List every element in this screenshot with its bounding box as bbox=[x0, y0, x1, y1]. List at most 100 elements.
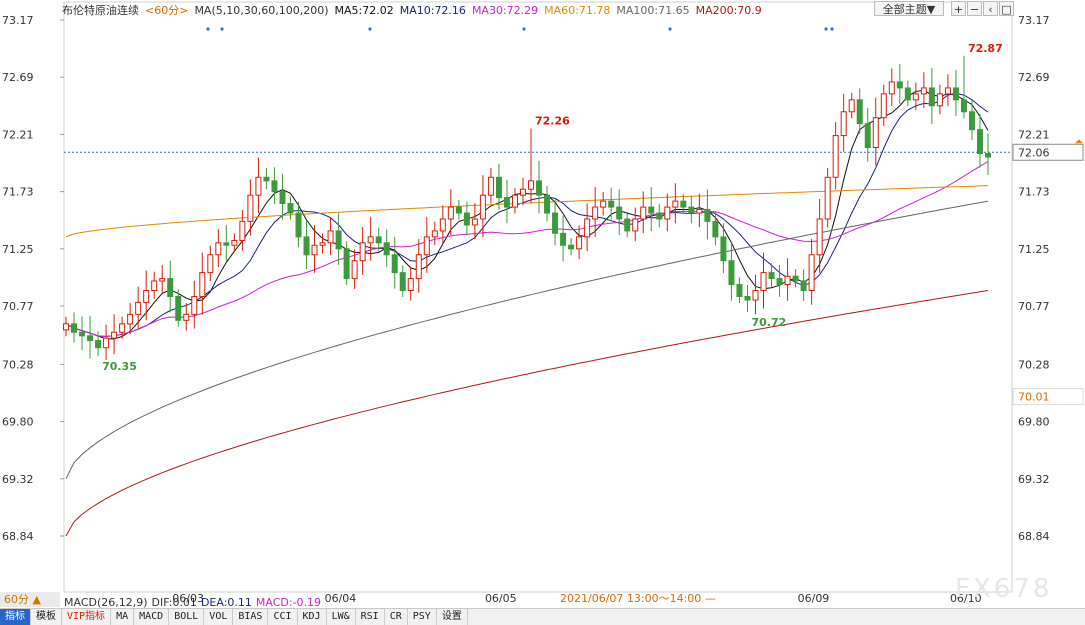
ma30-line bbox=[65, 161, 989, 337]
y-axis-right: 73.17 72.69 72.21 71.73 71.25 70.77 70.28 69.80… bbox=[1012, 14, 1084, 543]
candle-body bbox=[752, 290, 759, 301]
indicator-tab[interactable]: PSY bbox=[408, 609, 437, 625]
candle bbox=[648, 187, 655, 232]
indicator-tab[interactable]: RSI bbox=[356, 609, 385, 625]
candle-body bbox=[648, 206, 655, 214]
extreme-price-label: 72.87 bbox=[968, 42, 1003, 55]
y-tick-label-left: 71.73 bbox=[2, 186, 34, 199]
price-flag-icon bbox=[1075, 139, 1083, 144]
candle bbox=[431, 221, 438, 246]
indicator-tab[interactable]: MACD bbox=[134, 609, 170, 625]
period-tag[interactable]: 60分 ▲ bbox=[0, 592, 60, 607]
indicator-tab[interactable]: 模板 bbox=[31, 609, 62, 625]
zoom-out-icon[interactable]: − bbox=[967, 1, 982, 16]
x-tick-label: 06/09 bbox=[798, 592, 830, 605]
y-tick-label-right: 72.69 bbox=[1018, 71, 1050, 84]
candle bbox=[279, 173, 286, 220]
indicator-tab[interactable]: BOLL bbox=[169, 609, 205, 625]
candle-body bbox=[447, 206, 454, 220]
candle-body bbox=[183, 313, 190, 321]
candle-body bbox=[431, 230, 438, 238]
plot-border bbox=[63, 1, 1013, 593]
indicator-tab-bar: 指标 模板 VIP指标 MA MACD BOLL VOL BIAS CCI KDJ LW& RSI CR… bbox=[0, 608, 1085, 625]
indicator-tab[interactable]: CR bbox=[385, 609, 408, 625]
candle-body bbox=[367, 236, 374, 244]
candle bbox=[728, 242, 735, 301]
indicator-tab[interactable]: VIP指标 bbox=[62, 609, 112, 625]
candle bbox=[159, 265, 166, 294]
theme-dropdown[interactable]: 全部主题▼ bbox=[874, 1, 944, 16]
price-chart[interactable]: 72.26 72.87 70.35 70.72 73.17 72.69 72.21 71.7… bbox=[0, 0, 1085, 608]
event-marker bbox=[668, 27, 672, 31]
candle bbox=[848, 92, 855, 119]
fullscreen-icon[interactable]: □ bbox=[999, 1, 1014, 16]
candle bbox=[327, 217, 334, 256]
zoom-in-icon[interactable]: + bbox=[951, 1, 966, 16]
candle-body bbox=[712, 220, 719, 238]
candle bbox=[528, 128, 535, 204]
indicator-tab[interactable]: 设置 bbox=[437, 609, 468, 625]
candle bbox=[600, 191, 607, 216]
indicator-tab[interactable]: BIAS bbox=[233, 609, 269, 625]
candle bbox=[143, 270, 150, 321]
indicator-tab[interactable]: VOL bbox=[204, 609, 234, 625]
candle bbox=[632, 207, 639, 242]
candle-body bbox=[167, 278, 174, 297]
candle-body bbox=[584, 218, 591, 238]
indicator-tab[interactable]: 指标 bbox=[0, 609, 31, 625]
candle-body bbox=[936, 93, 943, 107]
symbol-name: 布伦特原油连续 bbox=[62, 4, 139, 17]
ma200-line bbox=[65, 290, 989, 537]
candle-body bbox=[423, 236, 430, 256]
y-tick-label-right: 68.84 bbox=[1018, 530, 1050, 543]
y-tick-label-left: 68.84 bbox=[2, 530, 34, 543]
candle bbox=[976, 113, 983, 168]
candle-body bbox=[784, 275, 791, 286]
candle bbox=[335, 213, 342, 265]
ma200-value: MA200:70.9 bbox=[695, 4, 762, 17]
time-range-label: 2021/06/07 13:00～14:00 — bbox=[560, 592, 716, 605]
indicator-tab[interactable]: KDJ bbox=[298, 609, 327, 625]
candle bbox=[656, 203, 663, 228]
candle-body bbox=[103, 337, 110, 349]
candle bbox=[391, 236, 398, 289]
candle bbox=[407, 267, 414, 301]
candle-body bbox=[287, 203, 294, 214]
candle bbox=[271, 167, 278, 204]
candle bbox=[503, 179, 510, 224]
ma100-line bbox=[65, 200, 989, 480]
candle-body bbox=[720, 236, 727, 262]
candle-body bbox=[592, 206, 599, 220]
candle-body bbox=[495, 176, 502, 199]
indicator-tab[interactable]: LW& bbox=[327, 609, 356, 625]
candle-body bbox=[503, 197, 510, 208]
candle bbox=[560, 215, 567, 262]
candle bbox=[367, 216, 374, 261]
indicator-tab[interactable]: MA bbox=[111, 609, 135, 625]
candle-body bbox=[95, 340, 102, 349]
candle bbox=[840, 93, 847, 152]
y-tick-label-right: 73.17 bbox=[1018, 14, 1050, 27]
candle bbox=[664, 193, 671, 232]
back-icon[interactable]: ‹ bbox=[983, 1, 998, 16]
candle-body bbox=[728, 260, 735, 286]
candle-body bbox=[912, 93, 919, 101]
y-tick-label-left: 72.69 bbox=[2, 71, 34, 84]
candle-body bbox=[319, 242, 326, 246]
candle-body bbox=[840, 111, 847, 137]
candle bbox=[552, 199, 559, 246]
y-tick-label-right: 72.21 bbox=[1018, 128, 1050, 141]
candle-body bbox=[816, 218, 823, 256]
candle bbox=[463, 201, 470, 236]
watermark-logo: FX678 bbox=[955, 574, 1053, 604]
indicator-tab[interactable]: CCI bbox=[268, 609, 298, 625]
candle-body bbox=[247, 194, 254, 222]
candle bbox=[920, 72, 927, 109]
period-label[interactable]: <60分> bbox=[145, 4, 188, 17]
candle-body bbox=[335, 230, 342, 250]
candle-body bbox=[544, 194, 551, 214]
candle-body bbox=[616, 206, 623, 220]
candle-body bbox=[656, 212, 663, 220]
candle bbox=[864, 107, 871, 162]
extreme-price-label: 70.35 bbox=[102, 360, 137, 373]
